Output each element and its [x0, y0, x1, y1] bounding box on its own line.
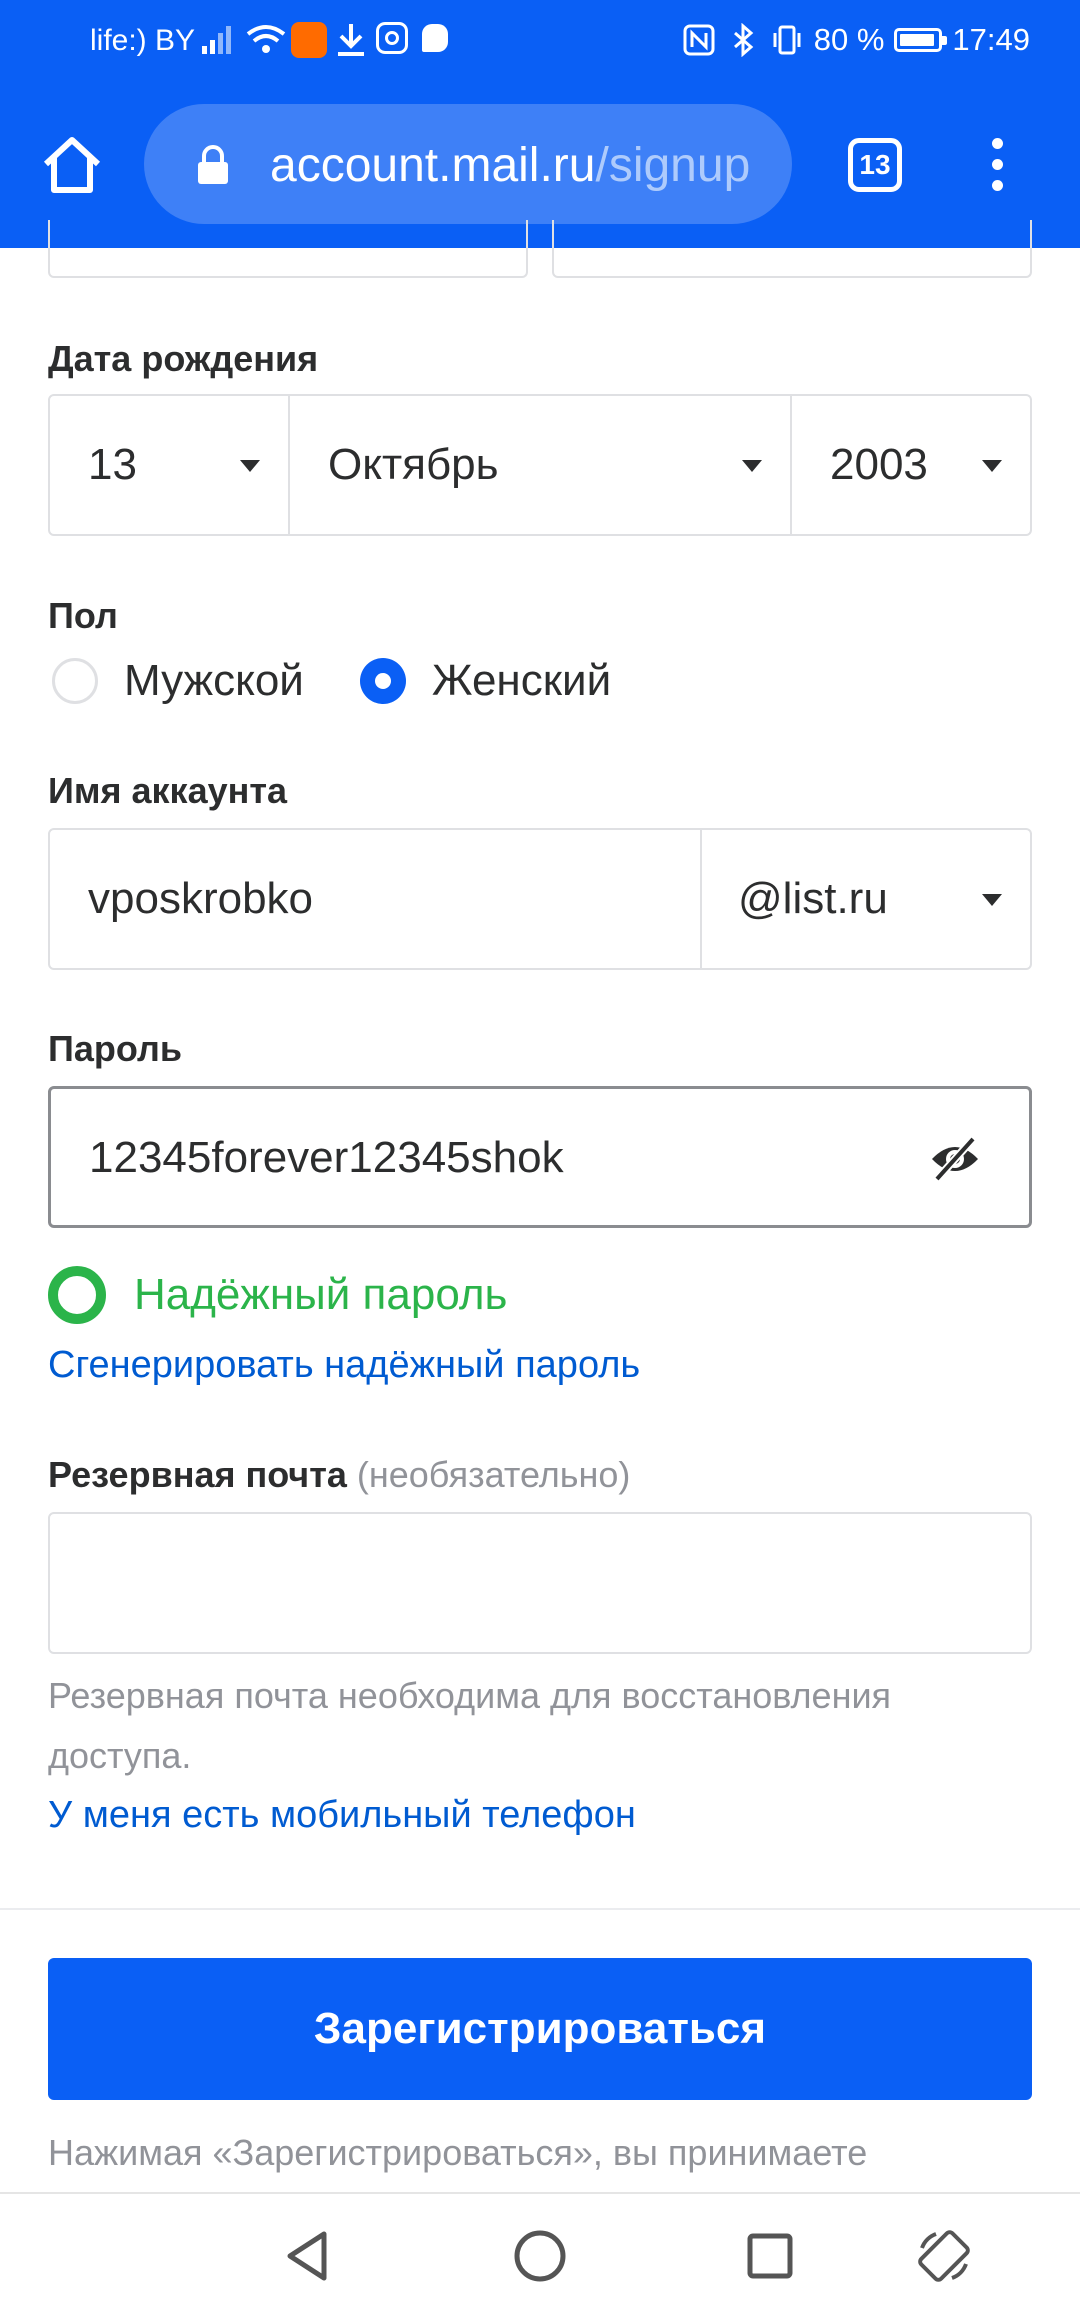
birthdate-label: Дата рождения [48, 338, 319, 379]
chevron-down-icon [982, 894, 1002, 906]
terms-text: Нажимая «Зарегистрироваться», вы принима… [48, 2132, 868, 2173]
account-name-input[interactable]: vposkrobko [48, 828, 702, 970]
nfc-icon [683, 24, 715, 56]
status-bar: life:) BY 80 % 17:49 [0, 0, 1080, 80]
url-host: account.mail.ru [270, 139, 596, 192]
month-select[interactable]: Октябрь [290, 394, 792, 536]
last-name-field[interactable] [552, 220, 1032, 278]
vibrate-icon [773, 25, 801, 55]
birthdate-selects: 13 Октябрь 2003 [48, 394, 1032, 536]
download-icon [338, 24, 364, 56]
gender-female-label[interactable]: Женский [432, 656, 611, 706]
url-path: /signup [595, 139, 751, 192]
system-nav-bar [0, 2192, 1080, 2314]
domain-value: @list.ru [738, 874, 888, 923]
account-name-label: Имя аккаунта [48, 770, 288, 811]
chevron-down-icon [982, 460, 1002, 472]
mobile-phone-link[interactable]: У меня есть мобильный телефон [48, 1794, 636, 1837]
month-value: Октябрь [328, 440, 499, 489]
eye-off-icon[interactable] [929, 1137, 981, 1181]
lock-icon [198, 145, 228, 184]
year-value: 2003 [830, 440, 928, 489]
wifi-icon [246, 25, 286, 53]
more-menu-icon[interactable] [982, 138, 1012, 198]
gender-female-radio[interactable] [359, 658, 406, 704]
recents-icon[interactable] [740, 2226, 800, 2286]
status-right: 80 % 17:49 [682, 22, 1030, 58]
password-input[interactable]: 12345forever12345shok [48, 1086, 1032, 1228]
gender-label: Пол [48, 595, 118, 636]
browser-top-bar: life:) BY 80 % 17:49 account.mail.ru/sig… [0, 0, 1080, 248]
register-button[interactable]: Зарегистрироваться [48, 1958, 1032, 2100]
chevron-down-icon [742, 460, 762, 472]
first-name-field[interactable] [48, 220, 528, 278]
signal-icon [202, 26, 231, 54]
domain-select[interactable]: @list.ru [702, 828, 1032, 970]
gender-radio-group: Мужской Женский [52, 656, 667, 706]
strength-ring-icon [48, 1266, 106, 1324]
url-bar[interactable]: account.mail.ru/signup [144, 104, 792, 224]
gender-male-radio[interactable] [52, 658, 98, 704]
battery-percent: 80 % [813, 22, 885, 57]
battery-icon [894, 28, 948, 52]
chevron-down-icon [240, 460, 260, 472]
generate-password-link[interactable]: Сгенерировать надёжный пароль [48, 1344, 640, 1387]
carrier-label: life:) BY [90, 24, 196, 57]
year-select[interactable]: 2003 [792, 394, 1032, 536]
backup-email-input[interactable] [48, 1512, 1032, 1654]
bluetooth-icon [733, 23, 754, 57]
password-value: 12345forever12345shok [89, 1133, 564, 1182]
back-icon[interactable] [278, 2226, 338, 2286]
instagram-icon [376, 22, 408, 54]
backup-email-hint: Резервная почта необходима для восстанов… [48, 1675, 892, 1776]
clock: 17:49 [952, 22, 1030, 57]
divider [0, 1908, 1080, 1910]
gender-male-label[interactable]: Мужской [124, 656, 304, 706]
home-icon[interactable] [38, 130, 106, 198]
tabs-count-button[interactable]: 13 [848, 138, 902, 192]
home-nav-icon[interactable] [510, 2226, 570, 2286]
backup-email-title: Резервная почта [48, 1454, 347, 1495]
day-value: 13 [88, 440, 137, 489]
app-notification-icon [291, 22, 327, 58]
strength-text: Надёжный пароль [134, 1270, 508, 1319]
url-text: account.mail.ru/signup [270, 138, 750, 193]
backup-email-optional: (необязательно) [356, 1454, 631, 1495]
password-strength-indicator: Надёжный пароль [48, 1266, 507, 1324]
backup-email-label: Резервная почта (необязательно) [48, 1454, 630, 1496]
account-name-row: vposkrobko @list.ru [48, 828, 1032, 970]
rotate-icon[interactable] [914, 2226, 974, 2286]
day-select[interactable]: 13 [48, 394, 290, 536]
chat-notification-icon [422, 24, 448, 52]
account-name-value: vposkrobko [88, 874, 314, 923]
password-label: Пароль [48, 1028, 182, 1069]
